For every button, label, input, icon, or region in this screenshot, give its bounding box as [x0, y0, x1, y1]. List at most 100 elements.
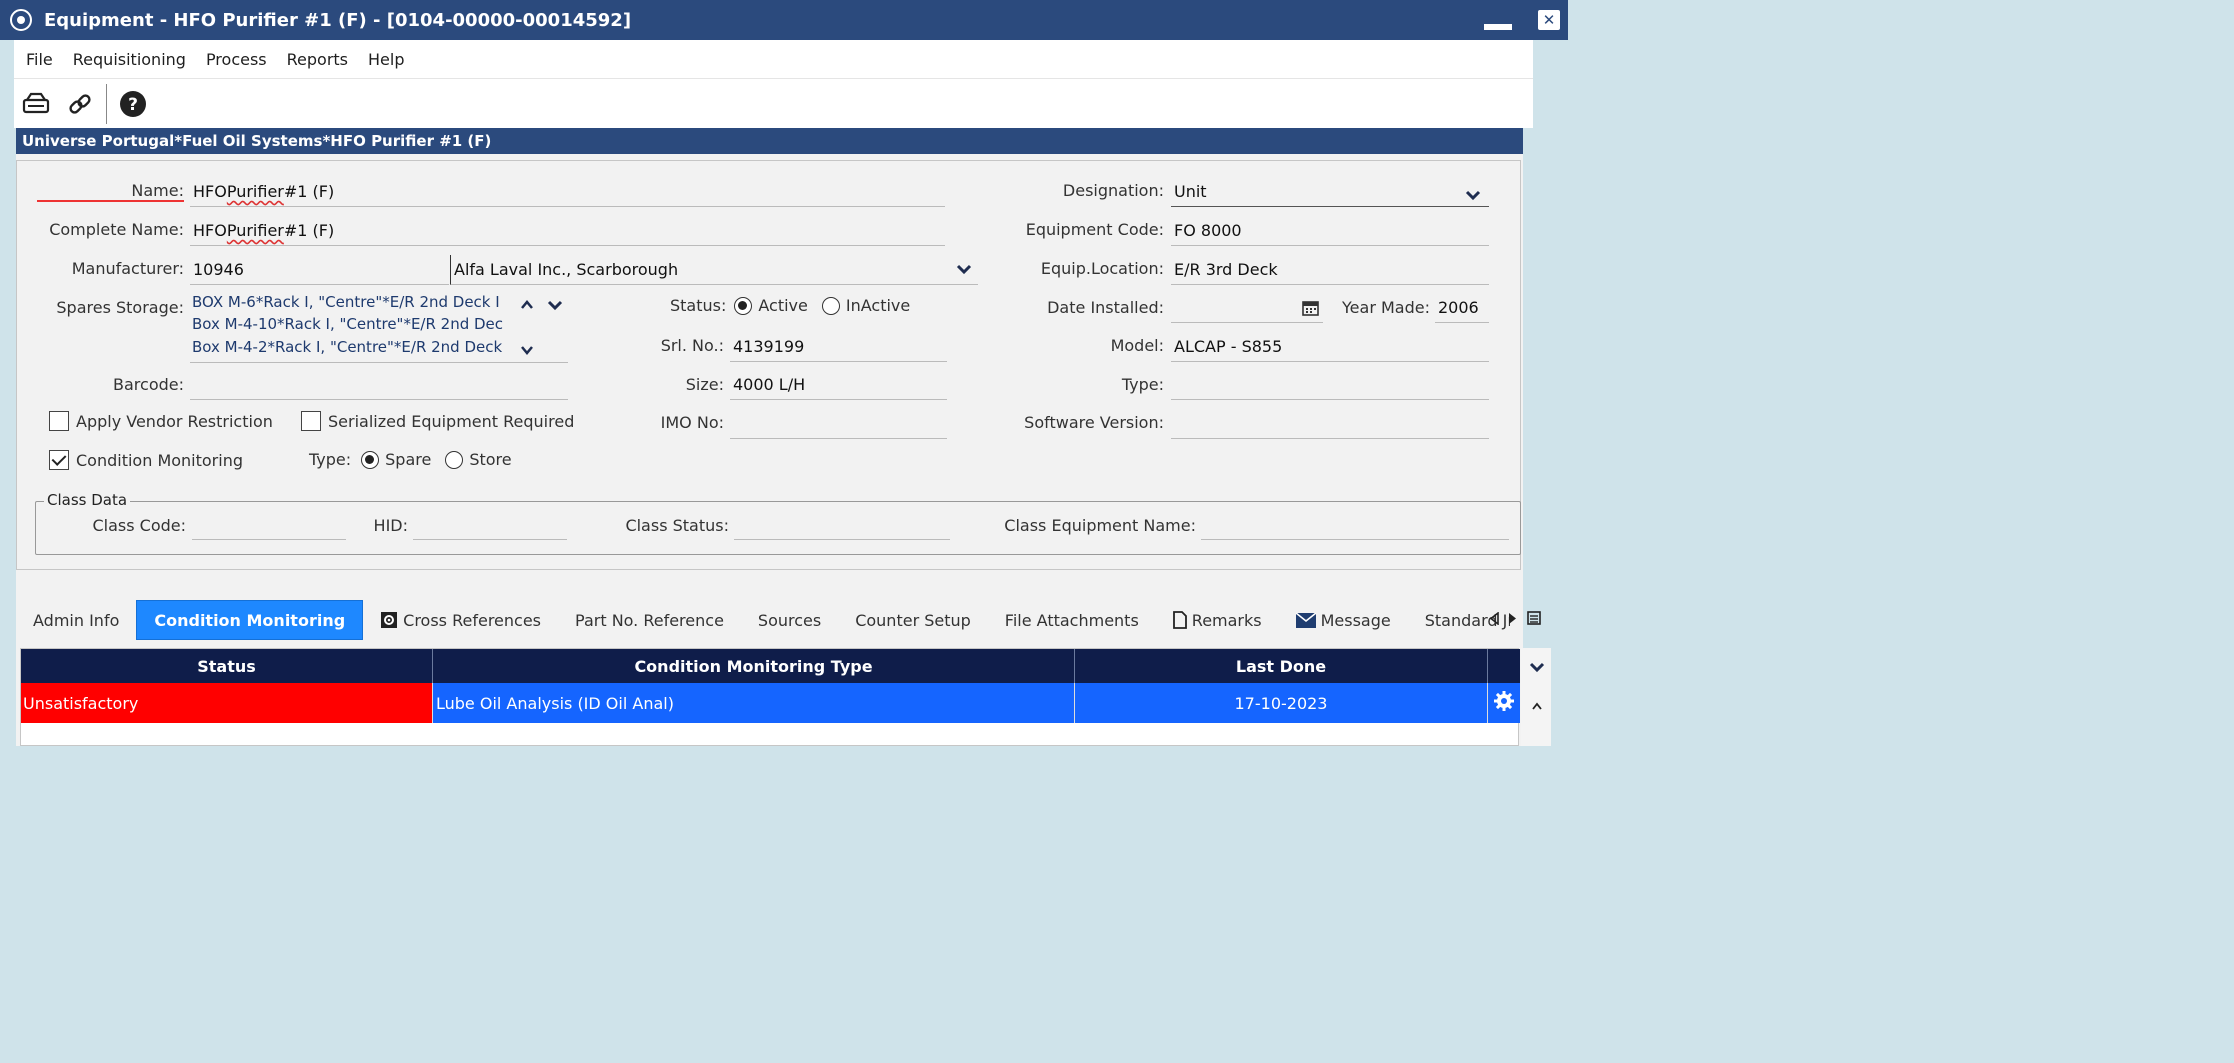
- imo-no-field[interactable]: [730, 409, 947, 439]
- tab-counter-setup[interactable]: Counter Setup: [838, 600, 988, 640]
- type-spare-radio[interactable]: [361, 450, 380, 469]
- tab-part-no-reference[interactable]: Part No. Reference: [558, 600, 741, 640]
- hid-field[interactable]: [413, 510, 567, 540]
- tab-condition-monitoring[interactable]: Condition Monitoring: [136, 600, 364, 640]
- complete-name-suffix: #1 (F): [283, 221, 335, 240]
- name-field[interactable]: HFO Purifier #1 (F): [190, 177, 945, 207]
- column-condition-monitoring-type[interactable]: Condition Monitoring Type: [433, 649, 1075, 683]
- last-done-cell[interactable]: 17-10-2023: [1075, 683, 1488, 723]
- tab-nav: [1489, 600, 1541, 640]
- status-radio-group: Status: Active InActive: [670, 296, 910, 315]
- srl-no-field[interactable]: 4139199: [730, 332, 947, 362]
- barcode-field[interactable]: [190, 370, 568, 400]
- complete-name-field[interactable]: HFO Purifier #1 (F): [190, 216, 945, 246]
- status-cell[interactable]: Unsatisfactory: [21, 683, 433, 723]
- drive-icon[interactable]: [14, 82, 58, 126]
- chevron-down-icon[interactable]: [1529, 658, 1545, 677]
- manufacturer-name-field[interactable]: Alfa Laval Inc., Scarborough: [450, 255, 978, 285]
- help-icon[interactable]: ?: [111, 82, 155, 126]
- tab-prev-icon[interactable]: [1489, 610, 1499, 629]
- class-equipment-name-label: Class Equipment Name:: [1004, 516, 1196, 535]
- tab-bar: Admin Info Condition Monitoring Cross Re…: [16, 600, 1541, 640]
- complete-name-label: Complete Name:: [49, 220, 184, 239]
- equip-location-field[interactable]: E/R 3rd Deck: [1171, 255, 1489, 285]
- year-made-field[interactable]: 2006: [1435, 293, 1489, 323]
- tab-next-icon[interactable]: [1508, 612, 1518, 629]
- minimize-button[interactable]: [1484, 24, 1512, 30]
- tab-admin-info[interactable]: Admin Info: [16, 600, 136, 640]
- status-inactive-radio[interactable]: [821, 296, 840, 315]
- date-installed-field[interactable]: [1171, 293, 1323, 323]
- type-label: Type:: [309, 450, 352, 469]
- condition-monitoring-option[interactable]: Condition Monitoring: [49, 450, 243, 470]
- svg-text:?: ?: [128, 95, 138, 115]
- link-icon[interactable]: [58, 82, 102, 126]
- table-row[interactable]: Unsatisfactory Lube Oil Analysis (ID Oil…: [21, 683, 1520, 723]
- chevron-down-icon[interactable]: [1465, 186, 1481, 205]
- type-store-radio[interactable]: [445, 450, 464, 469]
- name-value-word: Purifier: [226, 182, 284, 201]
- condition-type-cell[interactable]: Lube Oil Analysis (ID Oil Anal): [433, 683, 1075, 723]
- class-equipment-name-field[interactable]: [1201, 510, 1509, 540]
- row-settings-button[interactable]: [1488, 683, 1520, 723]
- model-label: Model:: [1110, 336, 1164, 355]
- menu-reports[interactable]: Reports: [277, 50, 358, 69]
- chevron-up-icon[interactable]: [520, 296, 534, 315]
- equipment-code-field[interactable]: FO 8000: [1171, 216, 1489, 246]
- menu-requisitioning[interactable]: Requisitioning: [63, 50, 196, 69]
- tab-remarks[interactable]: Remarks: [1156, 600, 1279, 640]
- spares-item[interactable]: Box M-4-2*Rack I, "Centre"*E/R 2nd Deck: [192, 338, 517, 356]
- barcode-label: Barcode:: [113, 375, 184, 394]
- document-icon: [1172, 611, 1187, 629]
- class-status-label: Class Status:: [625, 516, 729, 535]
- imo-no-label: IMO No:: [660, 413, 724, 432]
- menu-help[interactable]: Help: [358, 50, 414, 69]
- tab-cross-references[interactable]: Cross References: [363, 600, 558, 640]
- name-label: Name:: [37, 181, 184, 202]
- tab-sources[interactable]: Sources: [741, 600, 838, 640]
- class-status-field[interactable]: [734, 510, 950, 540]
- apply-vendor-restriction[interactable]: Apply Vendor Restriction: [49, 411, 273, 431]
- table-header: Status Condition Monitoring Type Last Do…: [21, 649, 1520, 683]
- scroll-down-icon[interactable]: [520, 341, 534, 360]
- tab-list-icon[interactable]: [1527, 611, 1541, 629]
- model-field[interactable]: ALCAP - S855: [1171, 332, 1489, 362]
- class-code-field[interactable]: [192, 510, 346, 540]
- calendar-icon[interactable]: [1302, 299, 1319, 320]
- size-field[interactable]: 4000 L/H: [730, 370, 947, 400]
- column-status[interactable]: Status: [21, 649, 433, 683]
- apply-vendor-checkbox[interactable]: [49, 411, 69, 431]
- app-icon[interactable]: [10, 9, 32, 31]
- status-inactive-label: InActive: [845, 296, 911, 315]
- tab-label: Condition Monitoring: [154, 610, 346, 630]
- scroll-up-icon[interactable]: [1531, 696, 1543, 715]
- spares-item[interactable]: BOX M-6*Rack I, "Centre"*E/R 2nd Deck I: [192, 293, 517, 311]
- tab-message[interactable]: Message: [1279, 600, 1408, 640]
- type-field-right[interactable]: [1171, 370, 1489, 400]
- size-label: Size:: [685, 375, 724, 394]
- serialized-label: Serialized Equipment Required: [328, 411, 575, 431]
- software-version-field[interactable]: [1171, 409, 1489, 439]
- status-active-radio[interactable]: [734, 296, 753, 315]
- menu-process[interactable]: Process: [196, 50, 277, 69]
- tab-file-attachments[interactable]: File Attachments: [988, 600, 1156, 640]
- chevron-down-icon[interactable]: [547, 296, 563, 315]
- condition-monitoring-checkbox[interactable]: [49, 450, 69, 470]
- year-made-label: Year Made:: [1342, 298, 1430, 317]
- serialized-equipment-required[interactable]: Serialized Equipment Required: [301, 411, 574, 431]
- menu-bar: File Requisitioning Process Reports Help: [14, 40, 1533, 78]
- menu-file[interactable]: File: [14, 50, 63, 69]
- column-last-done[interactable]: Last Done: [1075, 649, 1488, 683]
- spares-storage-list[interactable]: BOX M-6*Rack I, "Centre"*E/R 2nd Deck I …: [190, 293, 568, 363]
- serialized-checkbox[interactable]: [301, 411, 321, 431]
- class-code-label: Class Code:: [92, 516, 186, 535]
- designation-select[interactable]: Unit: [1171, 177, 1489, 207]
- manufacturer-code-field[interactable]: 10946: [190, 255, 449, 285]
- chevron-down-icon[interactable]: [956, 260, 972, 279]
- software-version-label: Software Version:: [1024, 413, 1164, 432]
- designation-label: Designation:: [1062, 181, 1164, 200]
- complete-name-word: Purifier: [226, 221, 284, 240]
- close-button[interactable]: ✕: [1538, 10, 1560, 30]
- type-radio-group: Type: Spare Store: [309, 450, 512, 469]
- spares-item[interactable]: Box M-4-10*Rack I, "Centre"*E/R 2nd Dec: [192, 315, 517, 333]
